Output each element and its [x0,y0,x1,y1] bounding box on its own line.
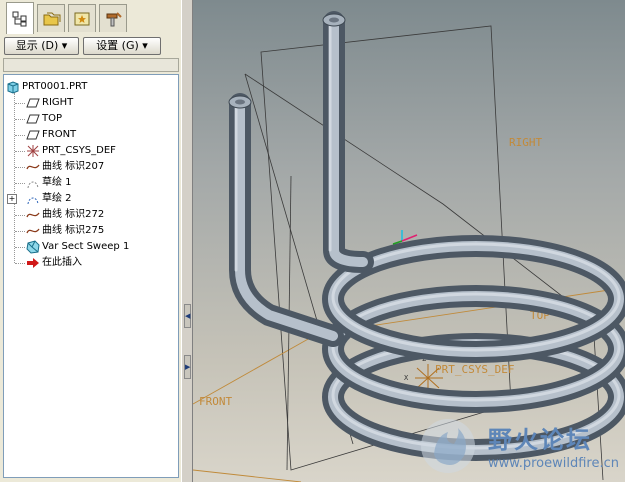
coordinate-system-icon [27,145,39,157]
tree-item-curve-207[interactable]: 曲线 标识207 [4,159,178,175]
model-tree-icon [12,11,27,27]
show-menu-button[interactable]: 显示 (D) ▾ [4,37,79,55]
collapse-left-button[interactable]: ◀ [184,304,191,328]
datum-plane-icon [26,114,40,124]
tree-connector [15,151,25,152]
connections-icon [106,12,122,27]
panel-tab-bar [0,0,181,34]
datum-label-csys[interactable]: PRT_CSYS_DEF [435,363,514,376]
datum-plane-icon [26,130,40,140]
tree-connector [15,215,25,216]
curve-icon [26,212,40,218]
watermark-url: www.proewildfire.cn [488,456,619,471]
tree-item-curve-272[interactable]: 曲线 标识272 [4,207,178,223]
tree-connector [15,231,25,232]
tree-item-label: Var Sect Sweep 1 [42,241,130,252]
settings-menu-button[interactable]: 设置 (G) ▾ [83,37,161,55]
tree-item-insert-here[interactable]: 在此插入 [4,255,178,271]
tree-item-label: 曲线 标识272 [42,209,105,220]
tree-header-strip [3,58,179,72]
panel-splitter[interactable]: ◀ ▶ [181,0,193,482]
tree-item-sketch-1[interactable]: 草绘 1 [4,175,178,191]
tree-item-label: FRONT [42,129,77,140]
sketch-icon [27,197,39,205]
insert-here-arrow-icon [27,258,39,268]
left-tube-bore [235,99,245,105]
tab-connections[interactable] [99,4,127,32]
model-tree-panel: 显示 (D) ▾ 设置 (G) ▾ PRT0001.PRT RIGHT TOP … [0,0,181,482]
model-canvas[interactable]: RIGHT TOP FRONT PRT_CSYS_DEF Z X [193,0,625,482]
tree-item-label: TOP [42,113,63,124]
tree-item-var-sect-sweep[interactable]: Var Sect Sweep 1 [4,239,178,255]
tree-item-label: RIGHT [42,97,74,108]
watermark-title: 野火论坛 [488,426,592,454]
tree-item-right[interactable]: RIGHT [4,95,178,111]
tab-model-tree[interactable] [6,2,34,34]
tree-item-label: 草绘 2 [42,193,72,204]
model-tree: PRT0001.PRT RIGHT TOP FRONT PRT_CSYS_DEF… [3,74,179,478]
tree-connector [15,135,25,136]
tree-connector [15,103,25,104]
axis-label-x: X [404,374,409,382]
graphics-viewport[interactable]: RIGHT TOP FRONT PRT_CSYS_DEF Z X 野火论坛 ww… [193,0,625,482]
tree-item-csys[interactable]: PRT_CSYS_DEF [4,143,178,159]
datum-label-right[interactable]: RIGHT [509,136,542,149]
tree-item-label: 曲线 标识275 [42,225,105,236]
part-icon [7,81,19,94]
sweep-feature-icon [26,240,40,254]
tab-favorites[interactable] [68,4,96,32]
curve-icon [26,164,40,170]
datum-label-front[interactable]: FRONT [199,395,232,408]
tree-item-sketch-2[interactable]: + 草绘 2 [4,191,178,207]
tree-item-label: PRT_CSYS_DEF [42,145,116,156]
tree-toolbar: 显示 (D) ▾ 设置 (G) ▾ [0,36,181,58]
tree-item-root[interactable]: PRT0001.PRT [4,79,178,95]
folder-browser-icon [43,12,61,26]
tree-connector [15,263,25,264]
expand-toggle[interactable]: + [7,194,17,204]
tree-connector [15,167,25,168]
sketch-icon [27,181,39,189]
watermark-logo-icon [421,419,475,473]
tree-connector [15,119,25,120]
curve-icon [26,228,40,234]
tree-item-label: PRT0001.PRT [22,81,88,92]
arrow-left-icon: ◀ [185,312,191,320]
tree-item-label: 草绘 1 [42,177,72,188]
tree-item-top[interactable]: TOP [4,111,178,127]
tab-folder-browser[interactable] [37,4,65,32]
tree-item-front[interactable]: FRONT [4,127,178,143]
tree-item-curve-275[interactable]: 曲线 标识275 [4,223,178,239]
arrow-right-icon: ▶ [185,363,191,371]
right-tube-bore [329,17,339,23]
forum-watermark: 野火论坛 www.proewildfire.cn [416,416,619,478]
expand-right-button[interactable]: ▶ [184,355,191,379]
datum-plane-icon [26,98,40,108]
tree-item-label: 曲线 标识207 [42,161,105,172]
tree-connector [15,247,25,248]
tree-item-label: 在此插入 [42,257,82,268]
tree-connector [15,183,25,184]
favorites-icon [74,12,90,26]
